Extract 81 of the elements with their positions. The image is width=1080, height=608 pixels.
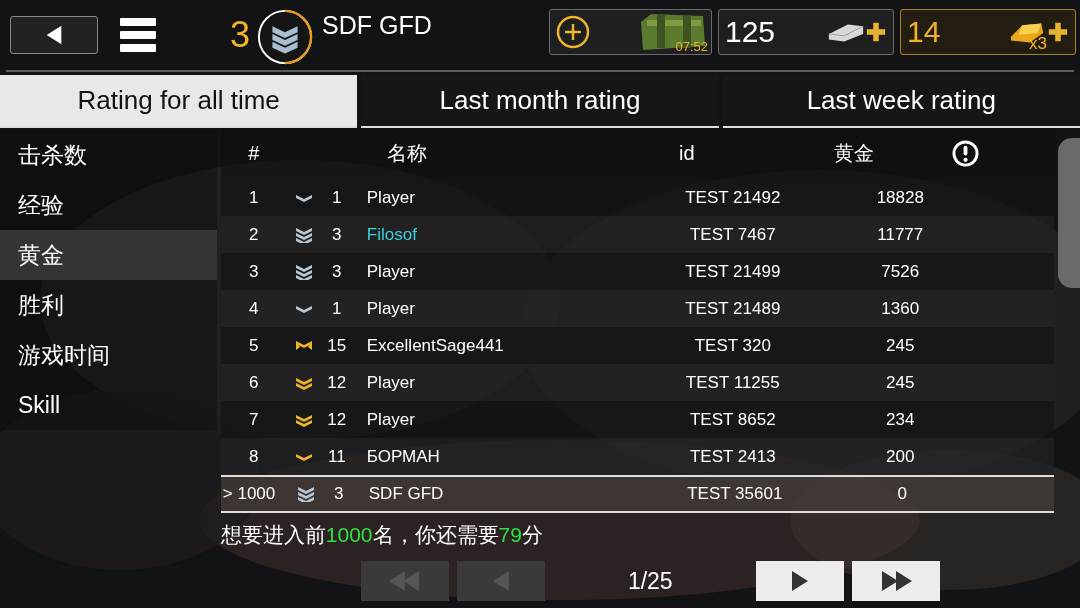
player-name-cell-text: Player <box>365 187 416 208</box>
level-cell-text: 12 <box>326 372 348 393</box>
rank-cell-text: 3 <box>248 261 260 282</box>
level-cell-text: 11 <box>326 446 347 467</box>
score-cell-text: 1360 <box>880 298 921 319</box>
back-button[interactable] <box>10 16 98 54</box>
rank-cell-text: 7 <box>248 409 260 430</box>
level-cell-text: 15 <box>326 335 348 356</box>
menu-icon[interactable] <box>120 18 156 52</box>
side-handle[interactable] <box>1058 138 1080 288</box>
player-name-cell-text: БОРМАН <box>365 446 441 467</box>
page-indicator: 1/25 <box>626 567 674 595</box>
rank-goal-message: 想要进入前1000名，你还需要79分 <box>220 522 544 548</box>
category-item[interactable]: 经验 <box>0 180 217 230</box>
level-cell-text: 3 <box>333 484 345 504</box>
rank-cell-text: 1 <box>248 187 260 208</box>
rank-cell-text: > 1000 <box>221 484 277 504</box>
score-cell-text: 7526 <box>880 261 921 282</box>
score-cell-text: 245 <box>885 335 916 356</box>
player-name: SDF GFD <box>322 10 432 40</box>
score-cell-text: 18828 <box>875 187 925 208</box>
id-cell-text: TEST 21489 <box>684 298 782 319</box>
table-row[interactable]: 3 3 Player TEST 21499 7526 <box>220 253 1055 290</box>
column-header: 名称 <box>386 141 428 166</box>
category-item[interactable]: 击杀数 <box>0 130 217 180</box>
ingot-panel[interactable]: 125 <box>718 9 894 55</box>
level-cell-text: 1 <box>331 187 343 208</box>
rank-cell-text: 2 <box>248 224 260 245</box>
plus-icon[interactable] <box>865 21 887 43</box>
score-cell-text: 234 <box>885 409 916 430</box>
id-cell-text: TEST 21499 <box>684 261 782 282</box>
level-cell-text: 3 <box>331 261 343 282</box>
table-row[interactable]: 8 11 БОРМАН TEST 2413 200 <box>220 438 1055 475</box>
add-icon[interactable] <box>556 15 590 49</box>
page-button[interactable] <box>755 561 844 601</box>
player-name-cell-text: SDF GFD <box>367 484 445 504</box>
player-name-cell-text: ExcellentSage441 <box>365 335 505 356</box>
rank-cell-text: 8 <box>248 446 260 467</box>
level-cell-text: 1 <box>331 298 343 319</box>
category-item[interactable]: 游戏时间 <box>0 330 217 380</box>
level-cell-text: 12 <box>326 409 348 430</box>
id-cell-text: TEST 2413 <box>688 446 777 467</box>
rank-emblem-icon <box>256 8 315 66</box>
plus-icon[interactable] <box>1047 21 1069 43</box>
info-icon[interactable] <box>951 140 979 167</box>
table-row[interactable]: 7 12 Player TEST 8652 234 <box>220 401 1055 438</box>
table-row[interactable]: 5 15 ExcellentSage441 TEST 320 245 <box>220 327 1055 364</box>
score-cell-text: 245 <box>885 372 916 393</box>
id-cell-text: TEST 11255 <box>684 372 781 393</box>
category-item[interactable]: 黄金 <box>0 230 217 280</box>
level-cell-text: 3 <box>331 224 343 245</box>
score-cell-text: 11777 <box>876 224 925 245</box>
player-name-cell-text: Player <box>365 298 416 319</box>
player-name-cell-text: Player <box>365 261 416 282</box>
score-cell-text: 200 <box>885 446 916 467</box>
column-header: # <box>247 142 261 165</box>
id-cell-text: TEST 8652 <box>688 409 777 430</box>
rank-cell-text: 4 <box>248 298 260 319</box>
category-item[interactable]: Skill <box>0 380 217 430</box>
player-name-cell-text: Player <box>365 372 416 393</box>
bonus-multiplier: x3 <box>1029 34 1047 54</box>
id-cell-text: TEST 320 <box>693 335 772 356</box>
id-cell-text: TEST 7467 <box>688 224 777 245</box>
crate-panel[interactable]: 07:52 <box>549 9 712 55</box>
rank-cell-text: 5 <box>248 335 260 356</box>
score-cell-text: 0 <box>896 484 908 504</box>
category-item[interactable]: 胜利 <box>0 280 217 330</box>
player-level: 3 <box>230 14 251 56</box>
id-cell-text: TEST 21492 <box>684 187 782 208</box>
premium-currency-panel[interactable]: 14 x3 <box>900 9 1076 55</box>
ingot-count: 125 <box>725 15 777 49</box>
rank-cell-text: 6 <box>248 372 260 393</box>
crate-timer: 07:52 <box>675 39 708 54</box>
rating-tab[interactable]: Rating for all time <box>0 75 358 128</box>
id-cell-text: TEST 35601 <box>686 484 784 504</box>
player-name-cell-text: Filosof <box>365 224 418 245</box>
column-header: 黄金 <box>833 141 876 166</box>
player-name-cell-text: Player <box>365 409 416 430</box>
premium-currency-count: 14 <box>907 15 942 49</box>
page-button[interactable] <box>851 561 940 601</box>
column-header: id <box>678 142 696 165</box>
